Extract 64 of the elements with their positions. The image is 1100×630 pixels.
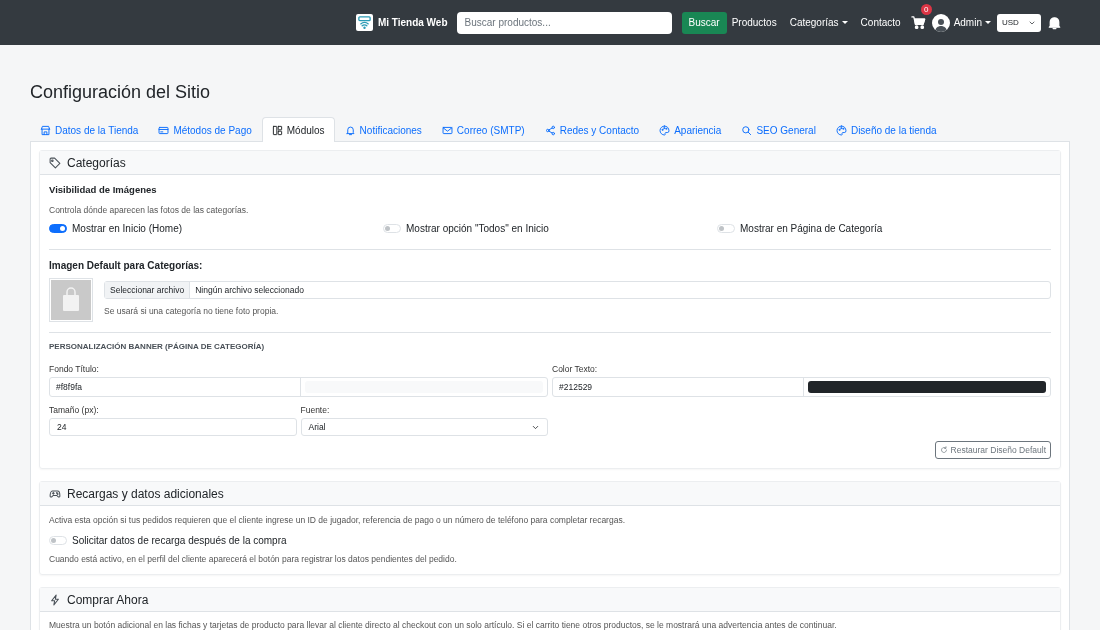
field-label: Fondo Título:	[49, 364, 100, 374]
envelope-icon	[441, 124, 453, 136]
search-icon	[741, 124, 753, 136]
palette-icon	[835, 124, 847, 136]
page-title: Configuración del Sitio	[30, 81, 212, 104]
wifi-store-icon	[356, 15, 372, 30]
hint-text: Se usará si una categoría no tiene foto propia.	[104, 306, 280, 316]
tag-icon	[49, 156, 61, 169]
tab[interactable]: Redes y Contacto	[534, 117, 650, 142]
subsection-heading: Visibilidad de Imágenes	[49, 184, 158, 195]
tab[interactable]: Métodos de Pago	[148, 117, 262, 142]
gamepad-icon	[49, 487, 61, 500]
font-select[interactable]: Arial	[300, 418, 548, 436]
credit-card-icon	[158, 124, 170, 136]
currency-select[interactable]: USD	[997, 13, 1041, 32]
nav-link[interactable]: Contacto	[860, 17, 901, 28]
subsection-heading: Imagen Default para Categorías:	[49, 260, 204, 271]
tab[interactable]: Notificaciones	[334, 117, 432, 142]
lightning-icon	[49, 593, 61, 606]
nav-link[interactable]: Productos	[731, 17, 777, 28]
tab[interactable]: Diseño de la tienda	[825, 117, 947, 142]
bell-icon[interactable]	[1047, 15, 1062, 30]
toggle-switch[interactable]	[49, 224, 67, 233]
layout-icon	[271, 124, 283, 136]
share-icon	[544, 124, 556, 136]
field-label: Tamaño (px):	[49, 405, 100, 415]
nav-link[interactable]: Categorías	[789, 17, 848, 28]
tab[interactable]: SEO General	[731, 117, 826, 142]
tab[interactable]: Datos de la Tienda	[30, 117, 149, 142]
description-text: Controla dónde aparecen las fotos de las categorías.	[49, 205, 250, 215]
search-button[interactable]: Buscar	[681, 11, 727, 34]
reset-icon	[939, 446, 948, 454]
description-text: Muestra un botón adicional en las fichas y tarjetas de producto para llevar al cliente directo al checkout con un solo artículo. Si el carrito tiene otros productos, se le mostrará una advertencia antes de continuar.	[49, 620, 838, 630]
tab[interactable]: Correo (SMTP)	[431, 117, 535, 142]
number-field[interactable]: 24	[49, 418, 297, 436]
shop-icon	[40, 124, 51, 136]
note-text: Cuando está activo, en el perfil del cliente aparecerá el botón para registrar los datos pendientes del pedido.	[49, 554, 458, 564]
caret-icon	[985, 21, 991, 24]
file-input[interactable]: Seleccionar archivo Ningún archivo seleccionado	[104, 281, 1051, 299]
shopping-bag-placeholder-icon	[51, 280, 91, 320]
color-swatch[interactable]	[808, 381, 1046, 393]
cart-icon[interactable]	[910, 15, 926, 30]
cart-count-badge: 0	[920, 4, 932, 15]
toggle-label: Solicitar datos de recarga después de la compra	[72, 535, 287, 546]
restore-default-button[interactable]: Restaurar Diseño Default	[934, 441, 1051, 459]
description-text: Activa esta opción si tus pedidos requieren que el cliente ingrese un ID de jugador, referencia de pago o un número de teléfono para completar recargas.	[49, 515, 626, 525]
tab[interactable]: Apariencia	[649, 117, 732, 142]
section-title: Comprar Ahora	[67, 592, 149, 607]
subsection-heading: PERSONALIZACIÓN BANNER (PÁGINA DE CATEGORÍA)	[49, 342, 266, 351]
brand-name[interactable]: Mi Tienda Web	[377, 17, 448, 28]
toggle-label: Mostrar en Página de Categoría	[740, 223, 883, 234]
field-label: Fuente:	[300, 405, 331, 415]
section-title: Recargas y datos adicionales	[67, 486, 224, 501]
palette-icon	[659, 124, 671, 136]
tab[interactable]: Módulos	[261, 117, 335, 142]
bell-icon	[344, 124, 356, 136]
user-menu[interactable]: Admin	[953, 17, 991, 28]
store-logo[interactable]	[355, 14, 373, 31]
toggle-label: Mostrar en Inicio (Home)	[72, 223, 183, 234]
section-title: Categorías	[67, 155, 126, 170]
field-label: Color Texto:	[552, 364, 599, 374]
search-field[interactable]: Buscar productos...	[456, 11, 672, 34]
avatar-icon[interactable]	[931, 13, 950, 32]
toggle-label: Mostrar opción "Todos" en Inicio	[406, 223, 549, 234]
